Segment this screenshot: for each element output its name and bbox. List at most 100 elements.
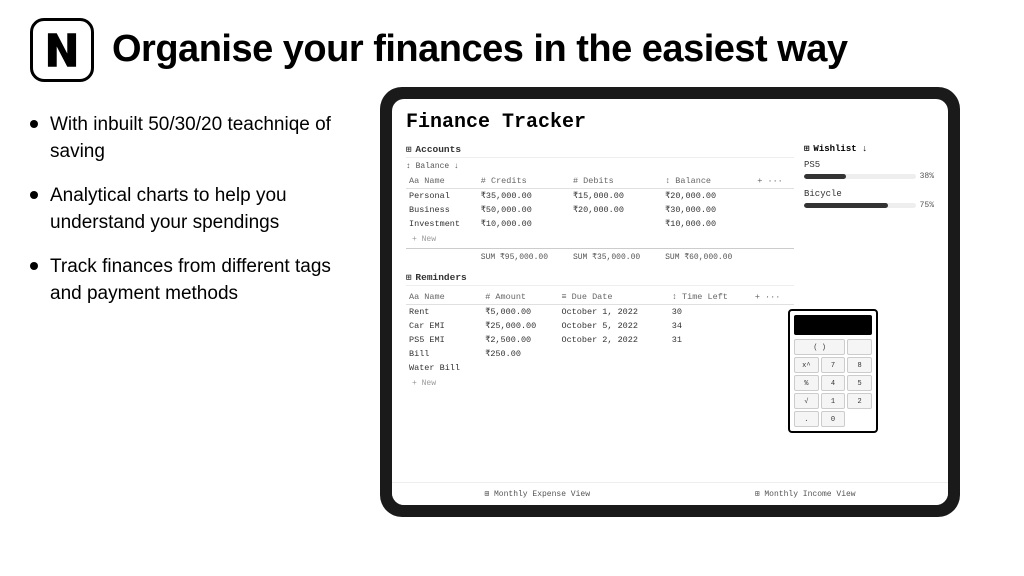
bullet-dot-3 [30,262,38,270]
bullet-item-2: Analytical charts to help you understand… [30,183,360,236]
calc-btn-percent[interactable]: % [794,375,819,391]
rem-time-ps5: 31 [669,333,752,347]
sum-balance: SUM ₹60,000.00 [662,249,754,265]
accounts-header: ⊞ Accounts [406,144,794,158]
main-content: With inbuilt 50/30/20 teachniqe of savin… [0,92,1024,576]
account-debits-business: ₹20,000.00 [570,203,662,217]
col-name-header: Aa Name [406,174,478,189]
account-balance-investment: ₹10,000.00 [662,217,754,231]
rem-time-car: 34 [669,319,752,333]
notion-logo [30,18,94,82]
calc-btn-2[interactable]: 2 [847,393,872,409]
calc-btn-sqrt[interactable]: √ [794,393,819,409]
expense-view-label: ⊞ Monthly Expense View [484,489,590,499]
account-credits-personal: ₹35,000.00 [478,189,570,204]
finance-tracker-title: Finance Tracker [406,111,934,134]
bullet-dot-2 [30,191,38,199]
ft-right: ⊞ Wishlist ↓ PS5 38% [804,144,934,477]
rem-amount-car: ₹25,000.00 [482,319,558,333]
bullet-item-1: With inbuilt 50/30/20 teachniqe of savin… [30,112,360,165]
calc-btn-empty [847,339,872,355]
rem-due-rent: October 1, 2022 [558,305,668,320]
rem-col-due: ≡ Due Date [558,290,668,305]
ft-body: ⊞ Accounts ↕ Balance ↓ Aa Name # Credits… [406,144,934,477]
progress-label-bicycle: 75% [920,201,934,210]
rem-name-water: Water Bill [406,361,482,375]
sum-row: SUM ₹95,000.00 SUM ₹35,000.00 SUM ₹60,00… [406,249,794,265]
table-row: Personal ₹35,000.00 ₹15,000.00 ₹20,000.0… [406,189,794,204]
balance-filter[interactable]: ↕ Balance ↓ [406,162,794,171]
header: Organise your finances in the easiest wa… [0,0,1024,92]
rem-time-rent: 30 [669,305,752,320]
table-row: Bill ₹250.00 [406,347,794,361]
new-row-accounts[interactable]: + New [409,233,791,246]
sum-debits: SUM ₹35,000.00 [570,249,662,265]
rem-col-more: + ··· [752,290,794,305]
wishlist-progress-ps5: 38% [804,172,934,181]
table-row: Investment ₹10,000.00 ₹10,000.00 [406,217,794,231]
calculator: ( ) x^ 7 8 % 4 5 √ 1 [788,309,878,433]
rem-name-car: Car EMI [406,319,482,333]
finance-tracker-content: Finance Tracker ⊞ Accounts ↕ Balance ↓ [392,99,948,482]
rem-col-name: Aa Name [406,290,482,305]
bullet-list: With inbuilt 50/30/20 teachniqe of savin… [30,92,360,326]
device-frame: Finance Tracker ⊞ Accounts ↕ Balance ↓ [380,87,960,517]
wishlist-icon: ⊞ [804,144,809,154]
rem-col-time: ↕ Time Left [669,290,752,305]
new-row-reminders[interactable]: + New [409,377,791,390]
calc-btn-0[interactable]: 0 [821,411,846,427]
ft-left: ⊞ Accounts ↕ Balance ↓ Aa Name # Credits… [406,144,794,477]
bullet-dot-1 [30,120,38,128]
table-row: Business ₹50,000.00 ₹20,000.00 ₹30,000.0… [406,203,794,217]
reminders-icon: ⊞ [406,273,411,283]
rem-due-ps5: October 2, 2022 [558,333,668,347]
calc-btn-parens[interactable]: ( ) [794,339,845,355]
reminders-table: Aa Name # Amount ≡ Due Date ↕ Time Left … [406,290,794,392]
sum-credits: SUM ₹95,000.00 [478,249,570,265]
calculator-wrapper: ( ) x^ 7 8 % 4 5 √ 1 [804,333,934,477]
accounts-table: Aa Name # Credits # Debits ↕ Balance + ·… [406,174,794,264]
progress-bar-ps5-bg [804,174,916,179]
col-credits-header: # Credits [478,174,570,189]
progress-bar-bicycle-bg [804,203,916,208]
ft-bottom-bar: ⊞ Monthly Expense View ⊞ Monthly Income … [392,482,948,505]
bottom-bar-expense[interactable]: ⊞ Monthly Expense View [484,489,590,499]
calc-btn-5[interactable]: 5 [847,375,872,391]
wishlist-section: ⊞ Wishlist ↓ PS5 38% [804,144,934,218]
reminders-section: ⊞ Reminders Aa Name # Amount ≡ Due Date [406,272,794,392]
account-credits-investment: ₹10,000.00 [478,217,570,231]
accounts-icon: ⊞ [406,145,411,155]
table-row: PS5 EMI ₹2,500.00 October 2, 2022 31 [406,333,794,347]
calc-btn-1[interactable]: 1 [821,393,846,409]
account-name-business: Business [406,203,478,217]
calculator-buttons: ( ) x^ 7 8 % 4 5 √ 1 [794,339,872,427]
account-balance-business: ₹30,000.00 [662,203,754,217]
wishlist-name-ps5: PS5 [804,160,934,170]
calc-btn-8[interactable]: 8 [847,357,872,373]
rem-due-car: October 5, 2022 [558,319,668,333]
accounts-label: Accounts [415,144,461,155]
rem-amount-bill: ₹250.00 [482,347,558,361]
account-credits-business: ₹50,000.00 [478,203,570,217]
wishlist-item-bicycle: Bicycle 75% [804,189,934,210]
col-balance-header: ↕ Balance [662,174,754,189]
page-title: Organise your finances in the easiest wa… [112,29,848,71]
rem-amount-rent: ₹5,000.00 [482,305,558,320]
table-row: Car EMI ₹25,000.00 October 5, 2022 34 [406,319,794,333]
bottom-bar-income[interactable]: ⊞ Monthly Income View [755,489,856,499]
wishlist-header: ⊞ Wishlist ↓ [804,144,934,154]
calc-btn-7[interactable]: 7 [821,357,846,373]
calc-btn-xpow[interactable]: x^ [794,357,819,373]
wishlist-progress-bicycle: 75% [804,201,934,210]
account-debits-investment [570,217,662,231]
progress-label-ps5: 38% [920,172,934,181]
calc-btn-4[interactable]: 4 [821,375,846,391]
rem-amount-ps5: ₹2,500.00 [482,333,558,347]
calc-btn-dot[interactable]: . [794,411,819,427]
progress-fill-ps5 [804,174,846,179]
reminders-header: ⊞ Reminders [406,272,794,286]
account-debits-personal: ₹15,000.00 [570,189,662,204]
wishlist-label: Wishlist ↓ [813,144,867,154]
table-row: Water Bill [406,361,794,375]
account-name-personal: Personal [406,189,478,204]
